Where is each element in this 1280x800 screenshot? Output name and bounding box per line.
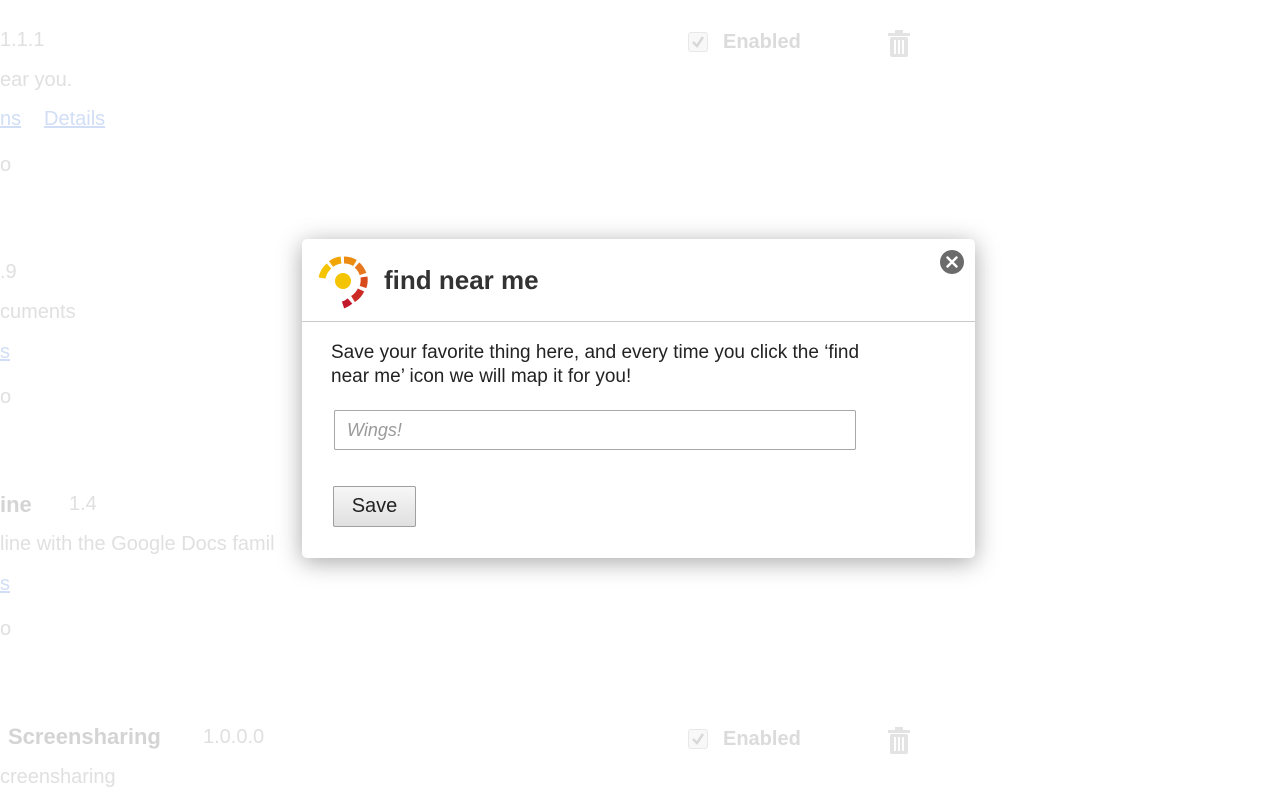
find-near-me-logo-icon (318, 256, 368, 309)
options-dialog: find near me Save your favorite thing he… (302, 239, 975, 558)
favorite-thing-input[interactable] (334, 410, 856, 450)
close-icon (946, 256, 958, 268)
save-button[interactable]: Save (333, 486, 416, 527)
close-button[interactable] (940, 250, 964, 274)
dialog-header: find near me (302, 239, 975, 322)
dialog-description: Save your favorite thing here, and every… (331, 342, 860, 387)
dialog-title: find near me (384, 265, 539, 295)
